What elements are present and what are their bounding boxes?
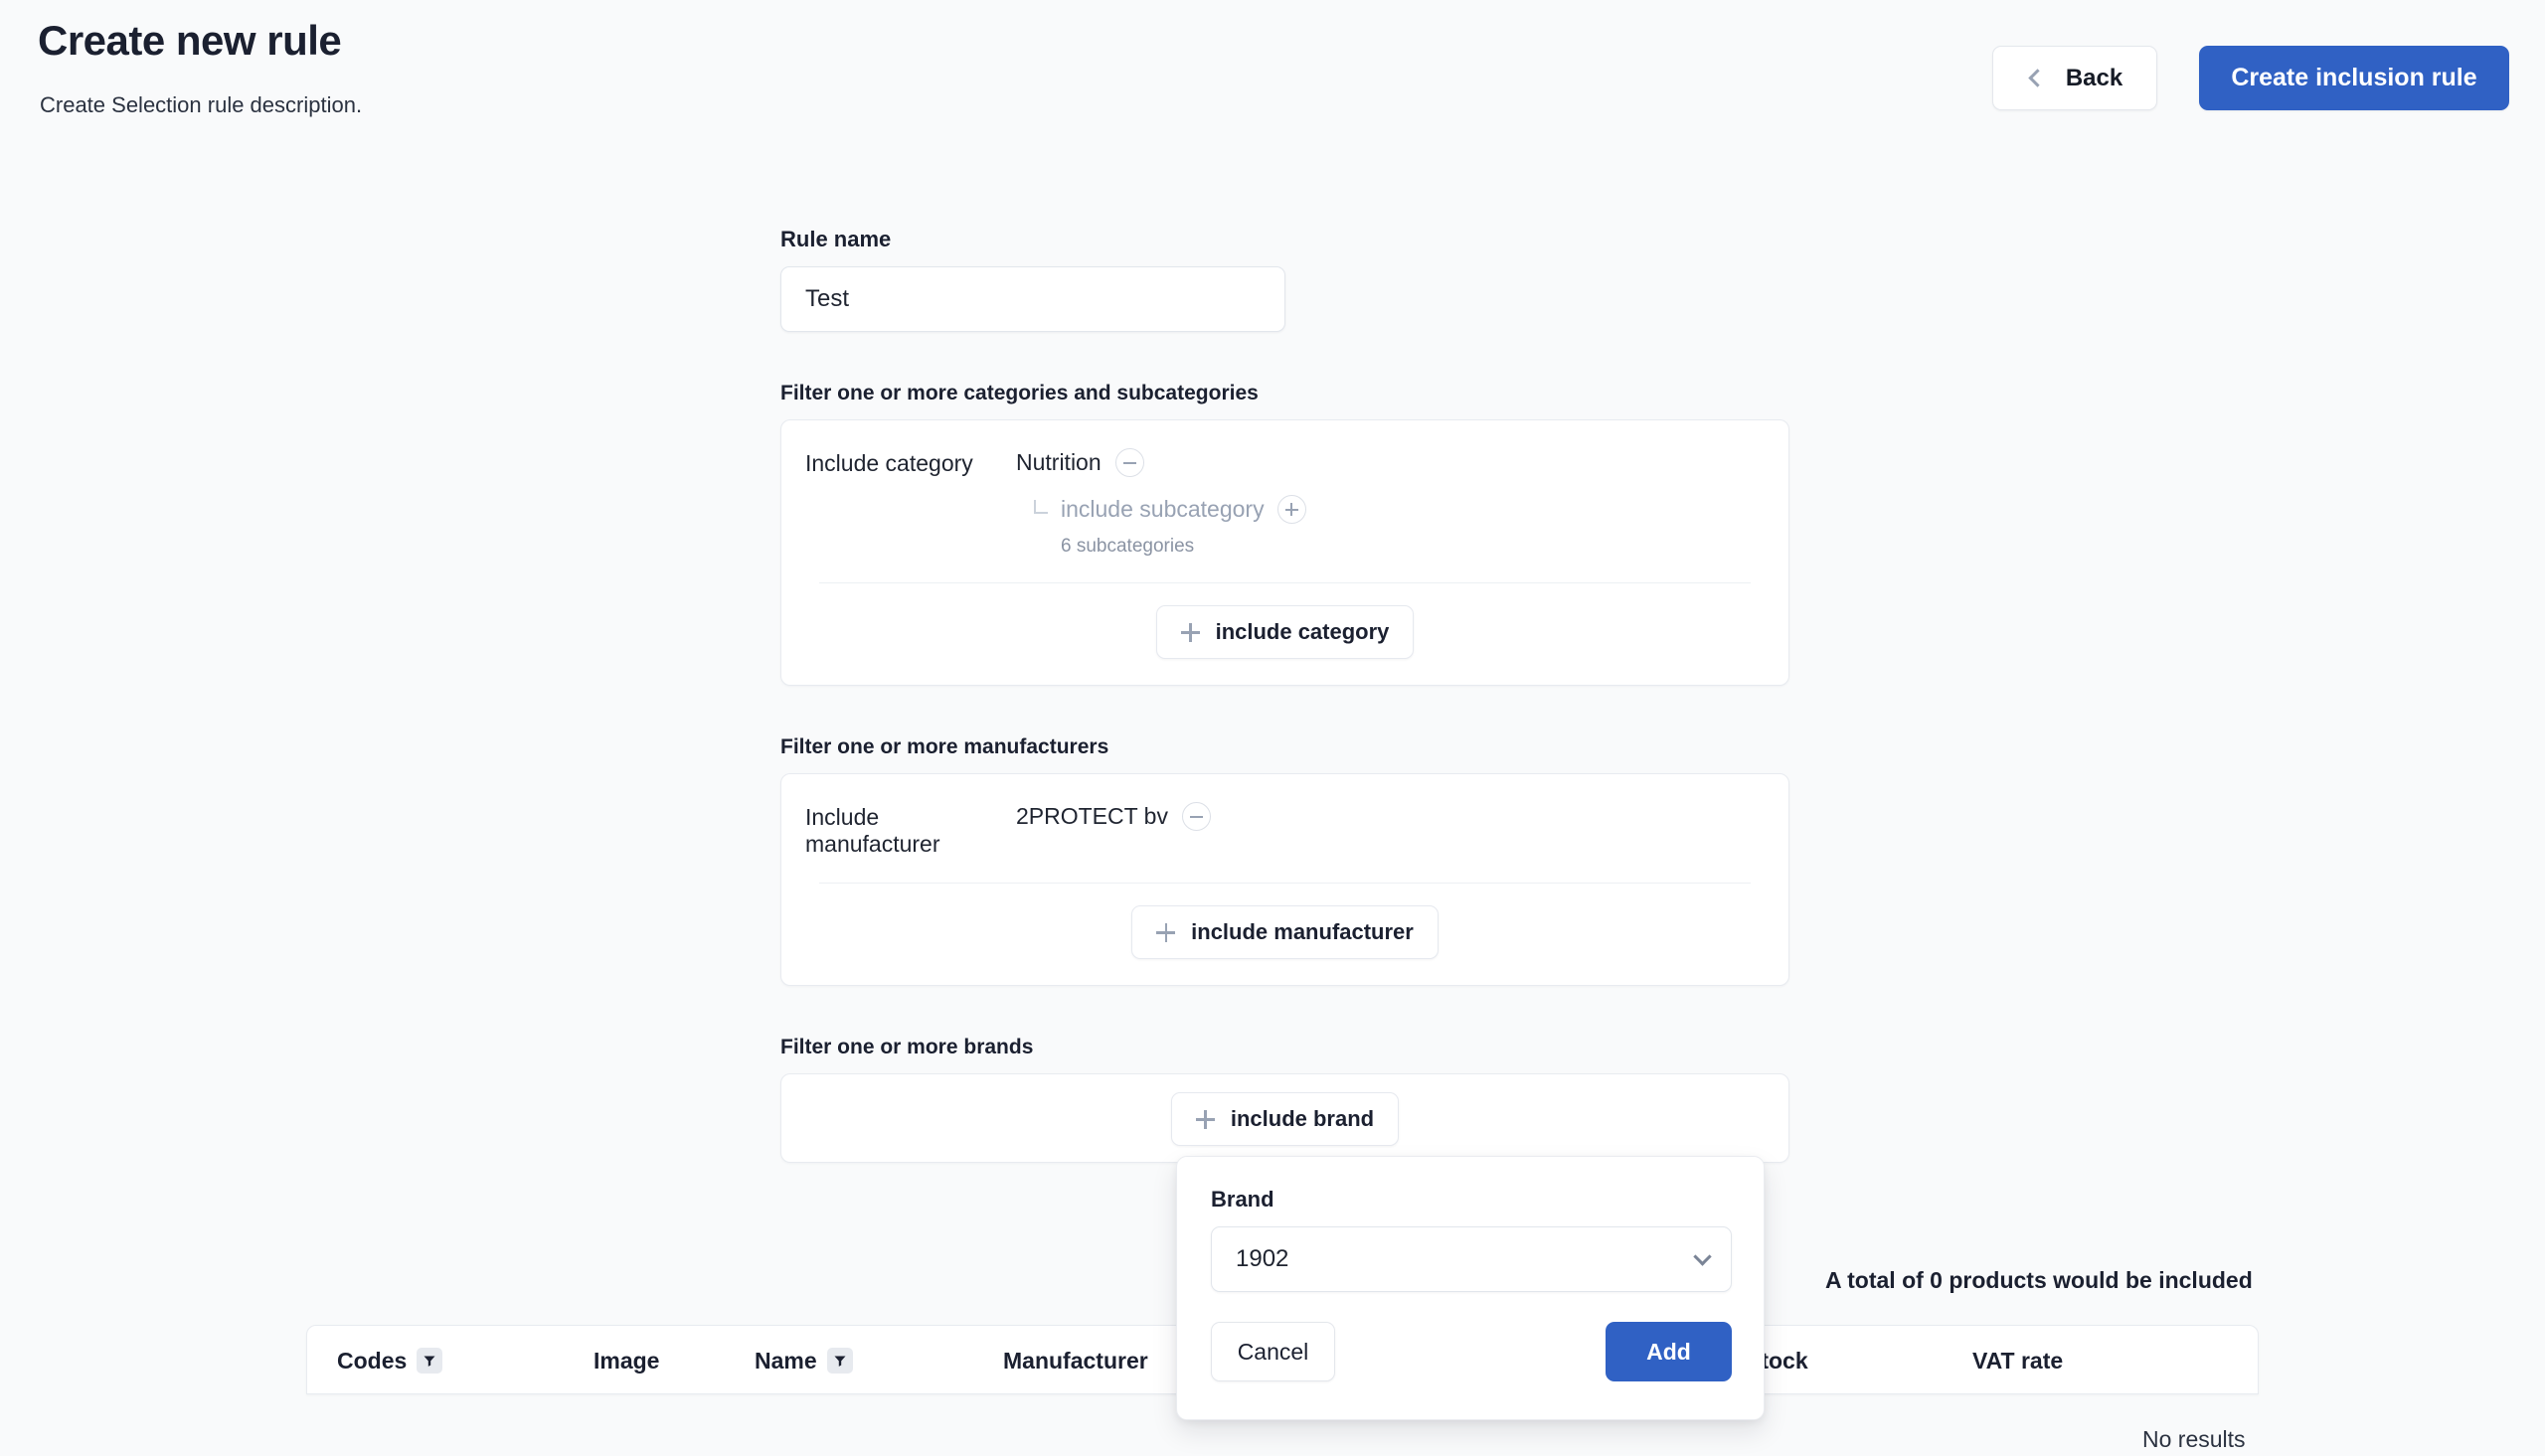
page-header: Create new rule Create Selection rule de… <box>0 0 2545 154</box>
column-header-codes-label: Codes <box>337 1347 408 1374</box>
categories-card: Include category Nutrition include subca… <box>780 419 1789 686</box>
manufacturer-value: 2PROTECT bv <box>1016 803 1168 829</box>
include-category-button[interactable]: include category <box>1155 605 1415 659</box>
filter-icon[interactable] <box>826 1348 853 1374</box>
brand-popover-label: Brand <box>1211 1187 1274 1212</box>
plus-icon <box>1156 922 1176 942</box>
include-brand-button[interactable]: include brand <box>1170 1092 1400 1146</box>
column-header-image-label: Image <box>594 1347 660 1374</box>
categories-section-label: Filter one or more categories and subcat… <box>780 382 1259 404</box>
manufacturers-section: Filter one or more manufacturers Include… <box>780 735 1789 986</box>
column-header-stock: Stock <box>1746 1348 1972 1375</box>
column-header-vat-rate: VAT rate <box>1972 1348 2171 1375</box>
brands-card-actions: include brand <box>781 1074 1788 1146</box>
minus-circle-icon[interactable] <box>1181 802 1211 831</box>
include-brand-button-label: include brand <box>1230 1106 1375 1131</box>
manufacturers-card-actions: include manufacturer <box>781 884 1788 985</box>
back-button-label: Back <box>2065 64 2123 91</box>
plus-icon <box>1180 622 1200 642</box>
category-chip: Nutrition <box>1016 448 1788 477</box>
categories-section: Filter one or more categories and subcat… <box>780 382 1789 686</box>
column-header-vat-rate-label: VAT rate <box>1972 1347 2064 1374</box>
minus-circle-icon[interactable] <box>1114 448 1144 477</box>
include-category-row: Include category Nutrition include subca… <box>781 420 1788 558</box>
subcategory-count: 6 subcategories <box>1061 536 1195 557</box>
include-manufacturer-values: 2PROTECT bv <box>1016 802 1788 858</box>
page-title: Create new rule <box>38 17 342 64</box>
brand-popover-actions: Cancel Add <box>1211 1322 1732 1381</box>
categories-card-actions: include category <box>781 583 1788 685</box>
manufacturers-section-label: Filter one or more manufacturers <box>780 735 1109 758</box>
category-value: Nutrition <box>1016 449 1102 475</box>
brand-popover: Brand 1902 Cancel Add <box>1176 1156 1765 1420</box>
column-header-manufacturer-label: Manufacturer <box>1003 1347 1148 1374</box>
brands-section-label: Filter one or more brands <box>780 1036 1034 1058</box>
column-header-image: Image <box>594 1348 755 1375</box>
manufacturer-chip: 2PROTECT bv <box>1016 802 1788 831</box>
brand-select[interactable]: 1902 <box>1211 1226 1732 1292</box>
chevron-left-icon <box>2028 69 2047 87</box>
page-subtitle: Create Selection rule description. <box>40 92 363 117</box>
tree-elbow-icon <box>1034 499 1048 514</box>
plus-icon <box>1195 1109 1215 1129</box>
chevron-down-icon <box>1693 1246 1712 1266</box>
total-products-text: A total of 0 products would be included <box>1825 1267 2253 1293</box>
no-results-text: No results <box>2142 1426 2246 1452</box>
include-subcategory-label: include subcategory <box>1061 496 1265 522</box>
include-manufacturer-button-label: include manufacturer <box>1191 919 1414 944</box>
column-header-name-label: Name <box>755 1347 817 1374</box>
plus-circle-icon[interactable] <box>1276 495 1306 524</box>
brand-select-value: 1902 <box>1236 1245 1289 1272</box>
include-manufacturer-row: Include manufacturer 2PROTECT bv <box>781 774 1788 858</box>
rule-name-field-group: Rule name Test <box>780 227 1789 332</box>
brands-section: Filter one or more brands include brand <box>780 1036 1789 1163</box>
include-category-button-label: include category <box>1215 619 1390 644</box>
rule-form: Rule name Test Filter one or more catego… <box>780 227 1789 1163</box>
include-manufacturer-button[interactable]: include manufacturer <box>1131 905 1439 959</box>
add-button[interactable]: Add <box>1606 1322 1732 1381</box>
include-manufacturer-label: Include manufacturer <box>805 804 940 857</box>
rule-name-label: Rule name <box>780 227 892 251</box>
column-header-codes[interactable]: Codes <box>337 1348 594 1375</box>
include-subcategory-row: include subcategory <box>1034 495 1788 524</box>
include-category-label: Include category <box>805 450 973 476</box>
manufacturers-card: Include manufacturer 2PROTECT bv include… <box>780 773 1789 986</box>
header-actions: Back Create inclusion rule <box>1992 46 2509 110</box>
filter-icon[interactable] <box>417 1348 443 1374</box>
cancel-button[interactable]: Cancel <box>1211 1322 1335 1381</box>
include-category-values: Nutrition include subcategory 6 subcateg… <box>1016 448 1788 558</box>
brands-card: include brand <box>780 1073 1789 1163</box>
rule-name-input[interactable]: Test <box>780 266 1285 332</box>
back-button[interactable]: Back <box>1992 46 2157 110</box>
create-inclusion-rule-button[interactable]: Create inclusion rule <box>2199 46 2509 110</box>
column-header-name[interactable]: Name <box>755 1348 1003 1375</box>
